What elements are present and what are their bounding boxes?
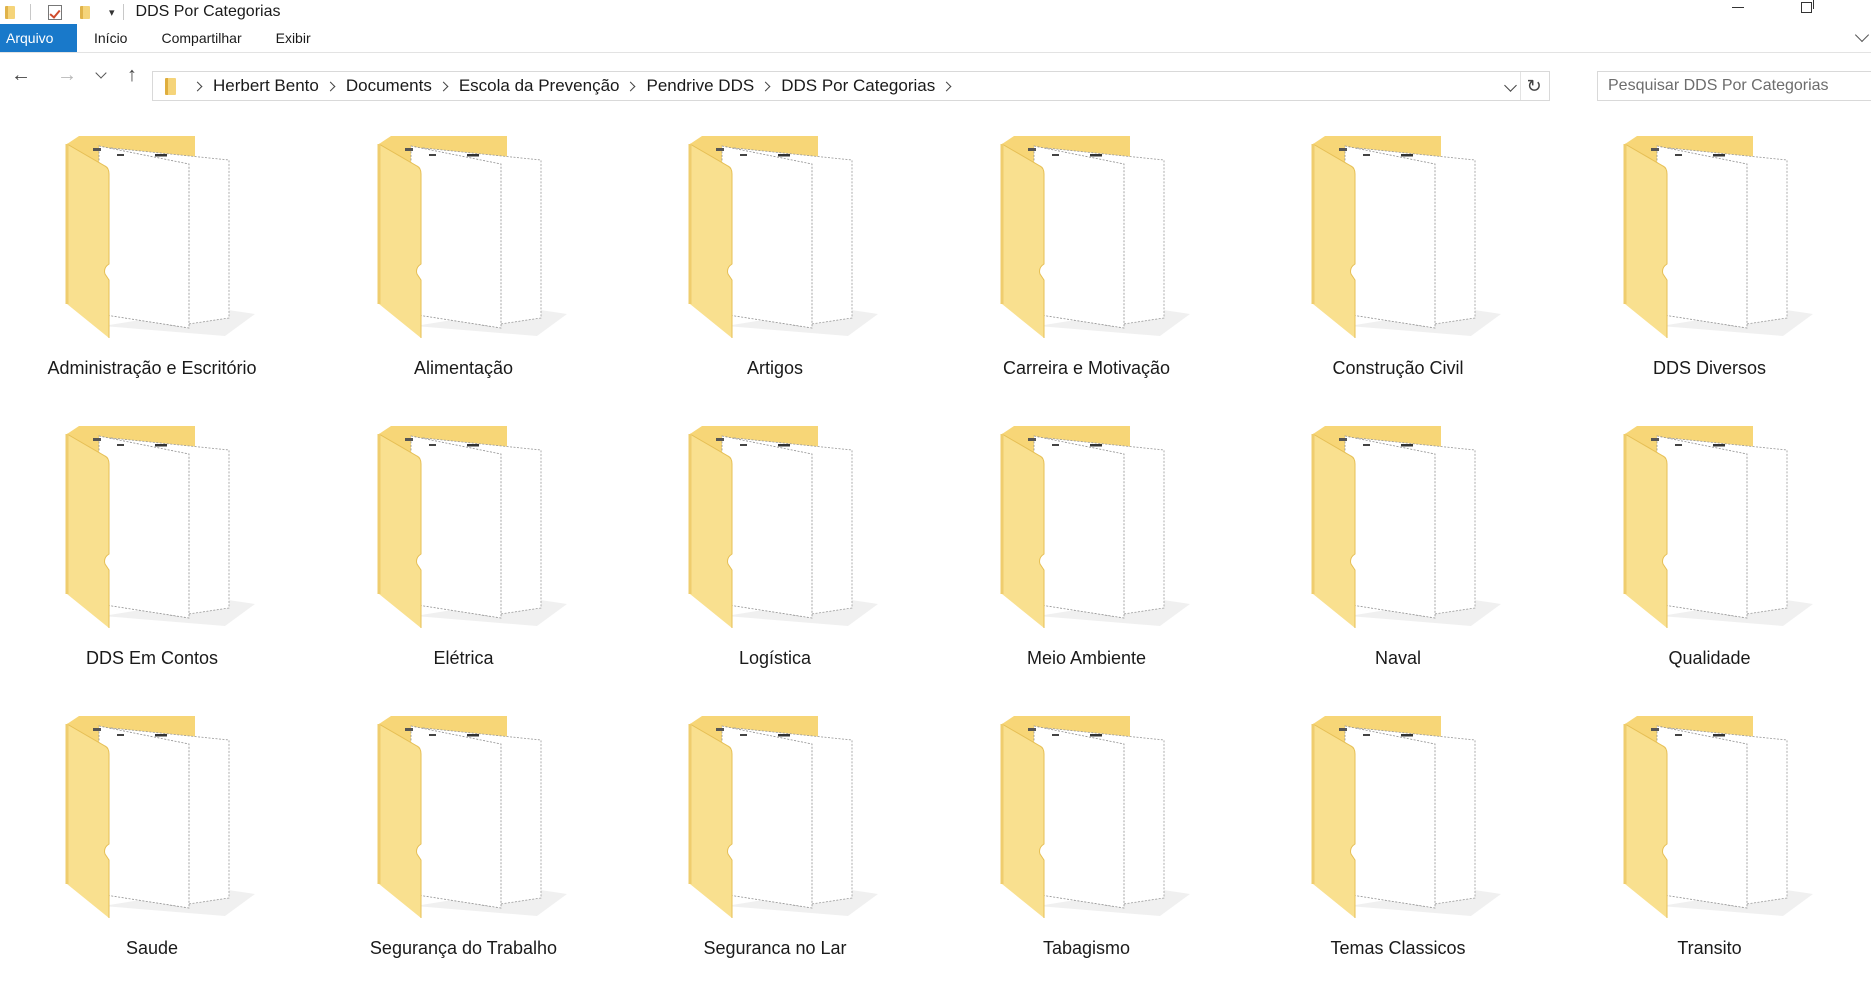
folder-label: Segurança do Trabalho xyxy=(369,938,558,958)
tab-arquivo[interactable]: Arquivo xyxy=(0,24,77,52)
window-title: DDS Por Categorias xyxy=(135,3,281,20)
folder-icon xyxy=(1623,426,1813,646)
folder-item[interactable]: Seguranca no Lar xyxy=(630,706,920,983)
new-folder-icon[interactable] xyxy=(79,4,95,20)
folder-icon xyxy=(1311,426,1501,646)
breadcrumb-documents[interactable]: Documents xyxy=(346,76,432,96)
folder-label: Carreira e Motivação xyxy=(1002,358,1171,378)
breadcrumb-chevron-icon[interactable] xyxy=(325,81,336,91)
breadcrumb-chevron-icon[interactable] xyxy=(941,81,952,91)
folder-item[interactable]: Saude xyxy=(7,706,297,983)
folder-item[interactable]: Segurança do Trabalho xyxy=(319,706,609,983)
folder-icon xyxy=(4,4,20,20)
breadcrumb-chevron-icon[interactable] xyxy=(760,81,771,91)
folder-item[interactable]: Elétrica xyxy=(319,416,609,696)
search-box[interactable] xyxy=(1597,71,1871,101)
tab-compartilhar[interactable]: Compartilhar xyxy=(144,24,258,52)
folder-item[interactable]: Transito xyxy=(1565,706,1855,983)
divider xyxy=(122,4,124,20)
breadcrumb-chevron-icon[interactable] xyxy=(192,81,203,91)
folder-label: Alimentação xyxy=(413,358,514,378)
breadcrumb-chevron-icon[interactable] xyxy=(626,81,636,91)
navigation-bar: ← → ↑ Herbert Bento Documents Escola da … xyxy=(0,58,1871,101)
folder-icon xyxy=(65,426,255,646)
refresh-button[interactable]: ↻ xyxy=(1523,75,1545,97)
folder-label: Qualidade xyxy=(1668,648,1751,668)
folder-icon xyxy=(688,136,878,356)
folder-label: Tabagismo xyxy=(1042,938,1131,958)
recent-locations-dropdown[interactable] xyxy=(92,63,110,87)
search-input[interactable] xyxy=(1608,77,1868,95)
quick-access-toolbar: ▾ xyxy=(0,0,130,24)
folder-item[interactable]: Carreira e Motivação xyxy=(942,126,1232,406)
folder-item[interactable]: Logística xyxy=(630,416,920,696)
breadcrumb-chevron-icon[interactable] xyxy=(438,81,449,91)
folder-icon xyxy=(65,716,255,936)
folder-icon xyxy=(1311,136,1501,356)
customize-toolbar-dropdown-icon[interactable]: ▾ xyxy=(109,6,115,19)
folder-item[interactable]: Administração e Escritório xyxy=(7,126,297,406)
folder-label: DDS Diversos xyxy=(1652,358,1767,378)
breadcrumb-herbert-bento[interactable]: Herbert Bento xyxy=(213,76,319,96)
folder-item[interactable]: Tabagismo xyxy=(942,706,1232,983)
folder-icon xyxy=(1000,426,1190,646)
divider xyxy=(1520,72,1521,100)
folder-icon xyxy=(377,426,567,646)
folder-label: Construção Civil xyxy=(1332,358,1464,378)
folder-item[interactable]: Naval xyxy=(1253,416,1543,696)
folder-item[interactable]: Artigos xyxy=(630,126,920,406)
address-bar[interactable]: Herbert Bento Documents Escola da Preven… xyxy=(152,71,1550,101)
folder-label: Elétrica xyxy=(433,648,494,668)
tab-exibir[interactable]: Exibir xyxy=(259,24,328,52)
folder-label: Meio Ambiente xyxy=(1026,648,1147,668)
restore-button[interactable] xyxy=(1783,0,1829,24)
breadcrumb-dds-por-categorias[interactable]: DDS Por Categorias xyxy=(781,76,935,96)
folder-icon xyxy=(1623,136,1813,356)
folder-label: Artigos xyxy=(746,358,804,378)
folder-icon xyxy=(377,136,567,356)
folder-label: DDS Em Contos xyxy=(85,648,219,668)
address-history-dropdown-icon[interactable] xyxy=(1504,79,1517,92)
divider xyxy=(30,4,31,20)
folder-label: Temas Classicos xyxy=(1330,938,1466,958)
folder-icon xyxy=(165,77,176,95)
folder-label: Naval xyxy=(1374,648,1422,668)
tab-inicio[interactable]: Início xyxy=(77,24,144,52)
properties-check-icon[interactable] xyxy=(47,4,63,20)
up-button[interactable]: ↑ xyxy=(119,63,145,87)
folder-icon xyxy=(1311,716,1501,936)
folder-icon xyxy=(688,716,878,936)
folder-label: Logística xyxy=(738,648,812,668)
title-bar: ▾ DDS Por Categorias xyxy=(0,0,1871,24)
breadcrumb-pendrive-dds[interactable]: Pendrive DDS xyxy=(646,76,754,96)
folder-item[interactable]: Meio Ambiente xyxy=(942,416,1232,696)
folder-item[interactable]: DDS Diversos xyxy=(1565,126,1855,406)
folder-item[interactable]: Alimentação xyxy=(319,126,609,406)
forward-button[interactable]: → xyxy=(54,63,80,87)
folder-icon xyxy=(1623,716,1813,936)
folder-icon xyxy=(377,716,567,936)
folder-icon xyxy=(1000,136,1190,356)
folder-icon xyxy=(1000,716,1190,936)
back-button[interactable]: ← xyxy=(8,63,34,87)
minimize-button[interactable] xyxy=(1715,0,1761,24)
folder-label: Administração e Escritório xyxy=(47,358,257,378)
folder-item[interactable]: DDS Em Contos xyxy=(7,416,297,696)
folder-item[interactable]: Construção Civil xyxy=(1253,126,1543,406)
folder-label: Seguranca no Lar xyxy=(703,938,847,958)
ribbon-tabs: Arquivo Início Compartilhar Exibir xyxy=(0,24,1871,53)
folder-icon xyxy=(688,426,878,646)
folder-item[interactable]: Qualidade xyxy=(1565,416,1855,696)
folder-label: Saude xyxy=(125,938,179,958)
folder-item[interactable]: Temas Classicos xyxy=(1253,706,1543,983)
breadcrumb-escola-da-prevencao[interactable]: Escola da Prevenção xyxy=(459,76,620,96)
expand-ribbon-chevron-icon[interactable] xyxy=(1854,27,1870,43)
folder-icon xyxy=(65,136,255,356)
folder-label: Transito xyxy=(1677,938,1742,958)
